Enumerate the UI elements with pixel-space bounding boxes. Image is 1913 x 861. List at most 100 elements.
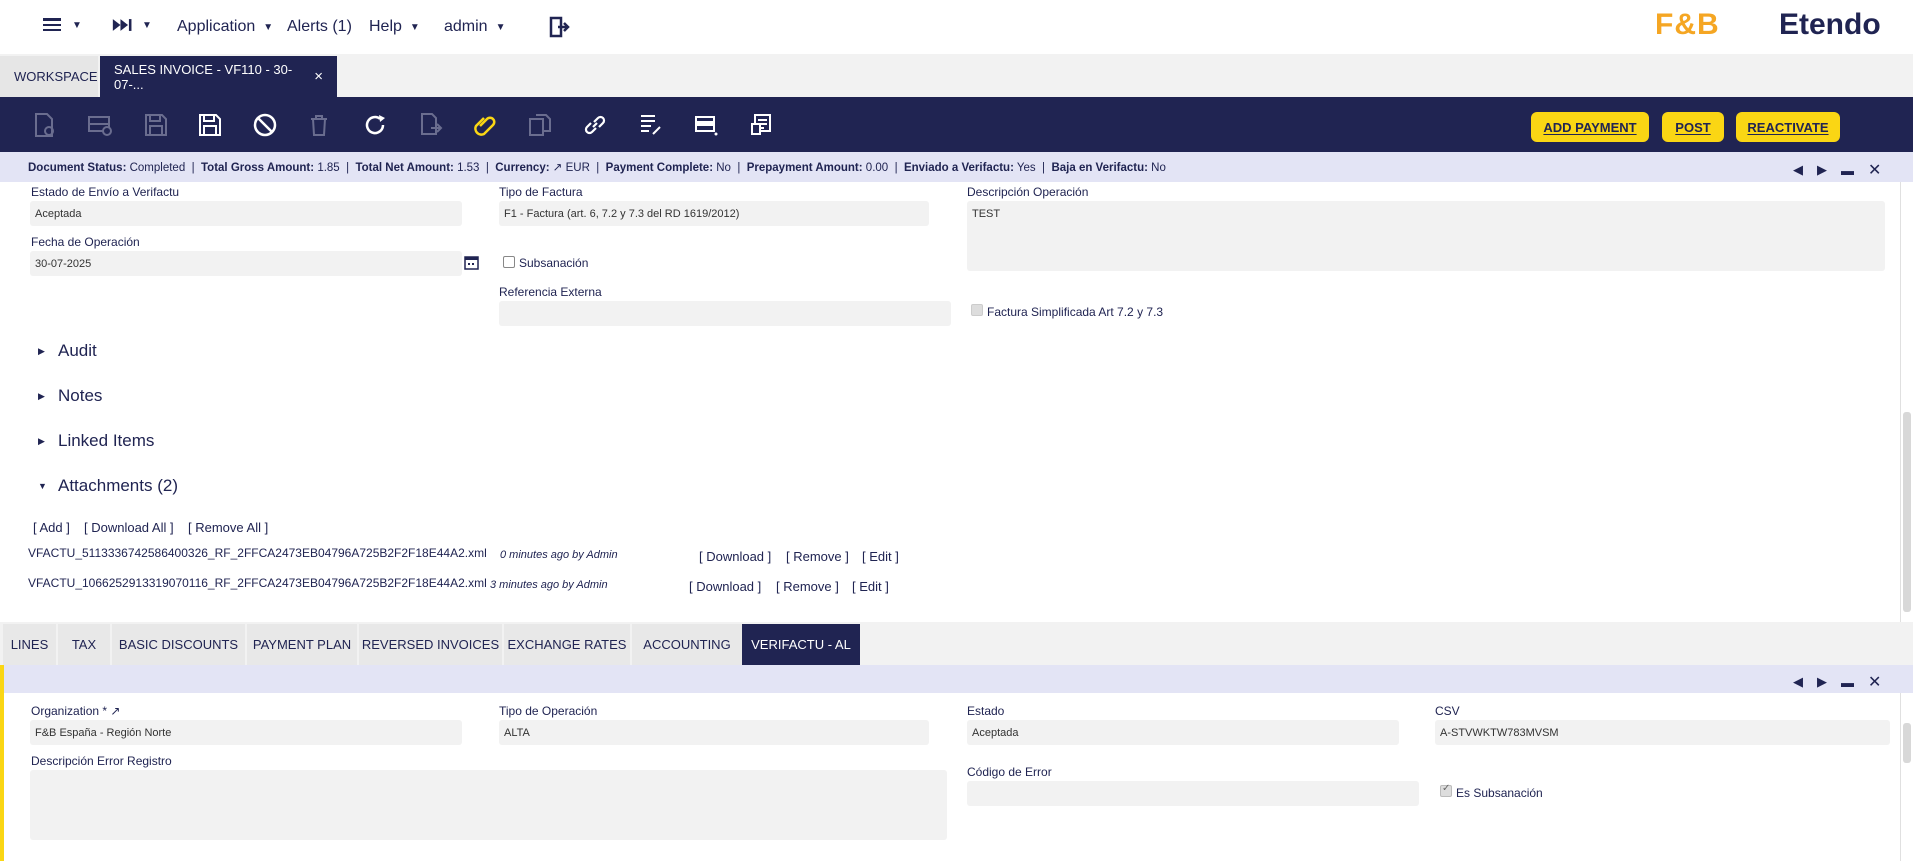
tipo-factura-field[interactable]: F1 - Factura (art. 6, 7.2 y 7.3 del RD 1…: [499, 201, 929, 226]
currency-value: EUR: [565, 162, 590, 174]
undo-button[interactable]: [251, 111, 279, 139]
alerts-link[interactable]: Alerts (1): [287, 18, 352, 36]
prepayment-label: Prepayment Amount:: [746, 162, 863, 174]
audit-trail-button[interactable]: [636, 111, 664, 139]
grid-view-button[interactable]: [692, 111, 720, 139]
close-icon[interactable]: ×: [314, 68, 323, 85]
export-button[interactable]: [416, 111, 444, 139]
user-menu-label: admin: [444, 18, 488, 35]
add-payment-button[interactable]: ADD PAYMENT: [1531, 112, 1649, 142]
chevron-right-icon: ▶: [38, 390, 45, 401]
attachment-edit-link[interactable]: [ Edit ]: [862, 549, 899, 564]
linked-items-section-header[interactable]: ▶ Linked Items: [38, 431, 154, 451]
attachments-button[interactable]: [471, 111, 499, 139]
notes-button[interactable]: [748, 111, 776, 139]
logout-button[interactable]: [548, 16, 570, 43]
tab-basic-discounts[interactable]: BASIC DISCOUNTS: [112, 624, 245, 665]
maximize-icon[interactable]: ▬: [1841, 163, 1854, 178]
link-button[interactable]: [581, 111, 609, 139]
tipo-operacion-field[interactable]: ALTA: [499, 720, 929, 745]
estado-envio-label: Estado de Envío a Verifactu: [31, 185, 180, 199]
subsanacion-label: Subsanación: [519, 256, 589, 270]
notes-section-header[interactable]: ▶ Notes: [38, 386, 102, 406]
next-record-icon[interactable]: ▶: [1817, 162, 1827, 178]
close-icon[interactable]: ✕: [1868, 160, 1881, 180]
attachment-meta: 0 minutes ago by Admin: [500, 549, 618, 561]
application-menu[interactable]: Application ▼: [177, 18, 273, 36]
tab-workspace[interactable]: WORKSPACE: [0, 56, 98, 97]
gross-amount-label: Total Gross Amount:: [201, 162, 315, 174]
subform-scrollbar[interactable]: [1900, 693, 1913, 861]
cancel-icon: [253, 113, 277, 137]
organization-field[interactable]: F&B España - Región Norte: [30, 720, 462, 745]
descripcion-error-field[interactable]: [30, 770, 947, 840]
tab-exchange-rates[interactable]: EXCHANGE RATES: [504, 624, 630, 665]
scrollbar-thumb[interactable]: [1903, 723, 1911, 763]
factura-simplificada-checkbox[interactable]: [971, 304, 983, 316]
chevron-down-icon: ▼: [495, 21, 506, 33]
workspace-menu-button[interactable]: ▼: [42, 16, 82, 34]
add-attachment-link[interactable]: [ Add ]: [33, 520, 70, 535]
date-picker-button[interactable]: [464, 255, 479, 275]
etendo-logo: Etendo: [1779, 8, 1881, 41]
enviado-verifactu-value: Yes: [1016, 162, 1036, 174]
application-menu-label: Application: [177, 18, 256, 35]
enviado-verifactu-label: Enviado a Verifactu:: [903, 162, 1014, 174]
close-icon[interactable]: ✕: [1868, 672, 1881, 692]
user-menu[interactable]: admin ▼: [444, 18, 505, 36]
next-record-icon[interactable]: ▶: [1817, 674, 1827, 690]
attachment-name[interactable]: VFACTU_5113336742586400326_RF_2FFCA2473E…: [28, 546, 487, 560]
attachment-download-link[interactable]: [ Download ]: [689, 579, 761, 594]
payment-complete-label: Payment Complete:: [605, 162, 714, 174]
edit-link-icon[interactable]: ↗: [553, 162, 563, 174]
csv-field[interactable]: A-STVWKTW783MVSM: [1435, 720, 1890, 745]
scrollbar-thumb[interactable]: [1903, 412, 1911, 612]
delete-button[interactable]: [305, 111, 333, 139]
descripcion-operacion-field[interactable]: TEST: [967, 201, 1885, 271]
attachment-remove-link[interactable]: [ Remove ]: [786, 549, 849, 564]
tab-verifactu-al[interactable]: VERIFACTU - AL: [742, 624, 860, 665]
new-document-button[interactable]: [30, 111, 58, 139]
codigo-error-label: Código de Error: [967, 765, 1052, 779]
fecha-operacion-field[interactable]: 30-07-2025: [30, 251, 462, 276]
tab-reversed-invoices[interactable]: REVERSED INVOICES: [359, 624, 502, 665]
edit-link-icon[interactable]: ↗: [110, 704, 120, 718]
subsanacion-checkbox[interactable]: [503, 256, 515, 268]
form-scrollbar[interactable]: [1900, 182, 1913, 622]
attachments-section-header[interactable]: ▼ Attachments (2): [38, 476, 178, 496]
previous-record-icon[interactable]: ◀: [1793, 162, 1803, 178]
maximize-icon[interactable]: ▬: [1841, 675, 1854, 690]
new-row-button[interactable]: [86, 111, 114, 139]
descripcion-operacion-label: Descripción Operación: [967, 185, 1089, 199]
attachment-name[interactable]: VFACTU_1066252913319070116_RF_2FFCA2473E…: [28, 576, 487, 590]
tab-lines[interactable]: LINES: [3, 624, 56, 665]
attachment-download-link[interactable]: [ Download ]: [699, 549, 771, 564]
codigo-error-field[interactable]: [967, 781, 1419, 806]
save-close-button[interactable]: [196, 111, 224, 139]
save-button[interactable]: [142, 111, 170, 139]
es-subsanacion-checkbox[interactable]: [1440, 783, 1452, 797]
doc-status-value: Completed: [129, 162, 186, 174]
es-subsanacion-label: Es Subsanación: [1456, 786, 1543, 800]
chevron-down-icon: ▼: [72, 19, 82, 31]
clone-button[interactable]: [526, 111, 554, 139]
post-button[interactable]: POST: [1662, 112, 1724, 142]
quick-launch-button[interactable]: ▼: [112, 16, 152, 34]
attachment-remove-link[interactable]: [ Remove ]: [776, 579, 839, 594]
estado-envio-field[interactable]: Aceptada: [30, 201, 462, 226]
help-menu[interactable]: Help ▼: [369, 18, 420, 36]
referencia-externa-field[interactable]: [499, 301, 951, 326]
audit-section-header[interactable]: ▶ Audit: [38, 341, 97, 361]
reactivate-button[interactable]: REACTIVATE: [1736, 112, 1840, 142]
window-controls: ◀ ▶ ▬ ✕: [1793, 160, 1881, 180]
tab-sales-invoice[interactable]: SALES INVOICE - VF110 - 30-07-... ×: [100, 56, 337, 97]
estado-field[interactable]: Aceptada: [967, 720, 1399, 745]
attachment-edit-link[interactable]: [ Edit ]: [852, 579, 889, 594]
download-all-link[interactable]: [ Download All ]: [84, 520, 174, 535]
tab-payment-plan[interactable]: PAYMENT PLAN: [247, 624, 357, 665]
refresh-button[interactable]: [361, 111, 389, 139]
previous-record-icon[interactable]: ◀: [1793, 674, 1803, 690]
remove-all-link[interactable]: [ Remove All ]: [188, 520, 268, 535]
tab-accounting[interactable]: ACCOUNTING: [632, 624, 742, 665]
tab-tax[interactable]: TAX: [58, 624, 110, 665]
